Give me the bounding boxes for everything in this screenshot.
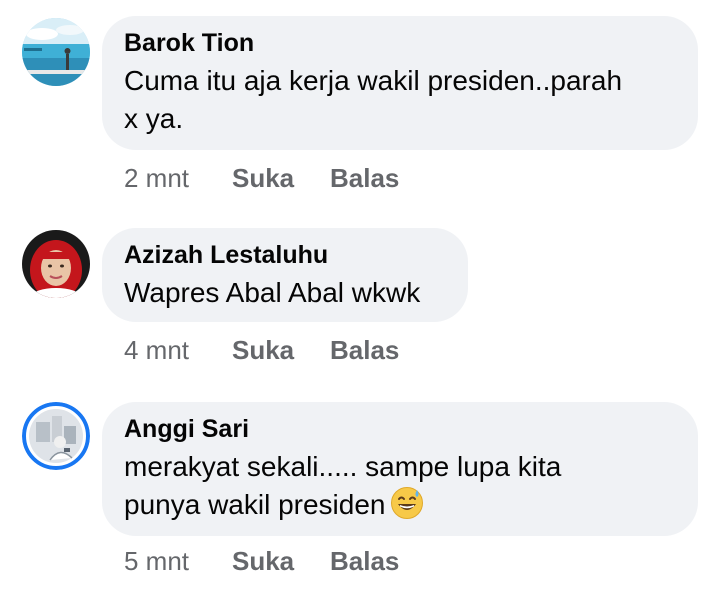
comment-text-line: merakyat sekali..... sampe lupa kita [124, 451, 562, 482]
comment-text-fragment: punya wakil presiden [124, 489, 386, 520]
comment-text-line: punya wakil presiden [124, 486, 676, 524]
comment-text: merakyat sekali..... sampe lupa kita pun… [124, 448, 676, 524]
comment-text-line: Wapres Abal Abal wkwk [124, 277, 421, 308]
comment-actions: 5 mnt Suka Balas [124, 546, 399, 576]
comment-bubble: Barok Tion Cuma itu aja kerja wakil pres… [102, 16, 698, 150]
comment-text-line: x ya. [124, 103, 184, 134]
reply-button[interactable]: Balas [330, 546, 399, 576]
avatar[interactable] [22, 18, 90, 86]
like-button[interactable]: Suka [232, 335, 330, 365]
reply-button[interactable]: Balas [330, 335, 399, 365]
story-ring-avatar-icon [22, 402, 90, 470]
comment-actions: 2 mnt Suka Balas [124, 163, 399, 193]
comment-text: Cuma itu aja kerja wakil presiden..parah… [124, 62, 676, 138]
comment-bubble: Anggi Sari merakyat sekali..... sampe lu… [102, 402, 698, 536]
comment-text-line: Cuma itu aja kerja wakil presiden..parah [124, 65, 623, 96]
comment-author[interactable]: Anggi Sari [124, 414, 676, 444]
comment-author[interactable]: Barok Tion [124, 28, 676, 58]
woman-red-hijab-avatar-icon [22, 230, 90, 298]
comment-author[interactable]: Azizah Lestaluhu [124, 240, 446, 270]
like-button[interactable]: Suka [232, 163, 330, 193]
avatar[interactable] [22, 230, 90, 298]
grinning-sweat-emoji-icon [390, 486, 424, 520]
avatar[interactable] [22, 402, 90, 470]
comment-timestamp[interactable]: 2 mnt [124, 163, 232, 193]
beach-photo-avatar-icon [22, 18, 90, 86]
comment-timestamp[interactable]: 4 mnt [124, 335, 232, 365]
comment-actions: 4 mnt Suka Balas [124, 335, 399, 365]
comment-text: Wapres Abal Abal wkwk [124, 274, 446, 312]
comment-timestamp[interactable]: 5 mnt [124, 546, 232, 576]
reply-button[interactable]: Balas [330, 163, 399, 193]
comment-bubble: Azizah Lestaluhu Wapres Abal Abal wkwk [102, 228, 468, 322]
like-button[interactable]: Suka [232, 546, 330, 576]
